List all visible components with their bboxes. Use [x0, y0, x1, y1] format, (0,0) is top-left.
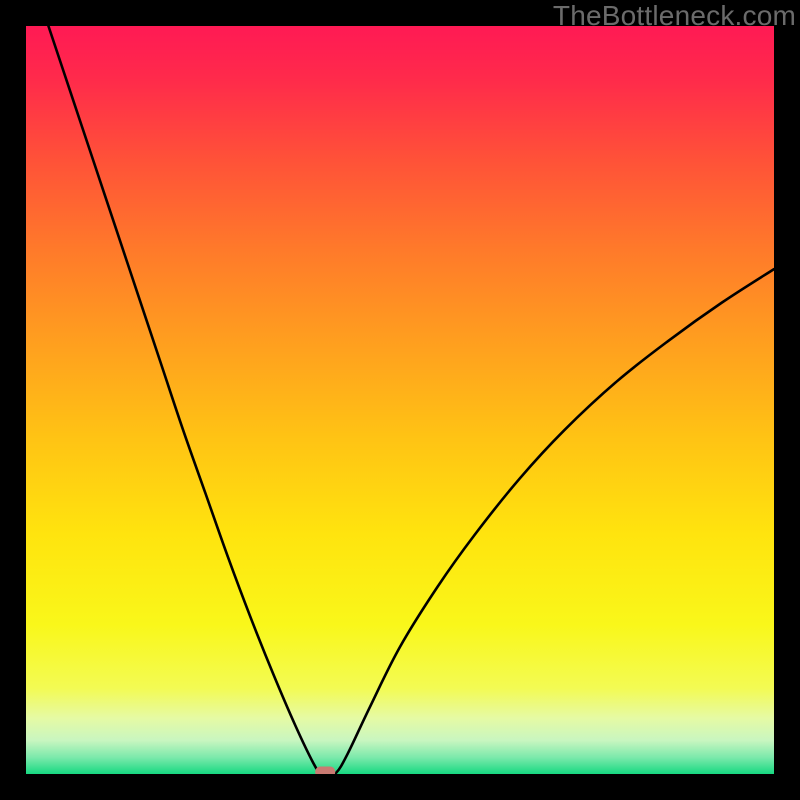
frame-border — [774, 0, 800, 800]
chart-frame — [0, 0, 800, 800]
frame-border — [0, 774, 800, 800]
bottleneck-chart — [0, 0, 800, 800]
plot-background — [26, 26, 774, 774]
frame-border — [0, 0, 26, 800]
watermark-text: TheBottleneck.com — [553, 0, 796, 32]
